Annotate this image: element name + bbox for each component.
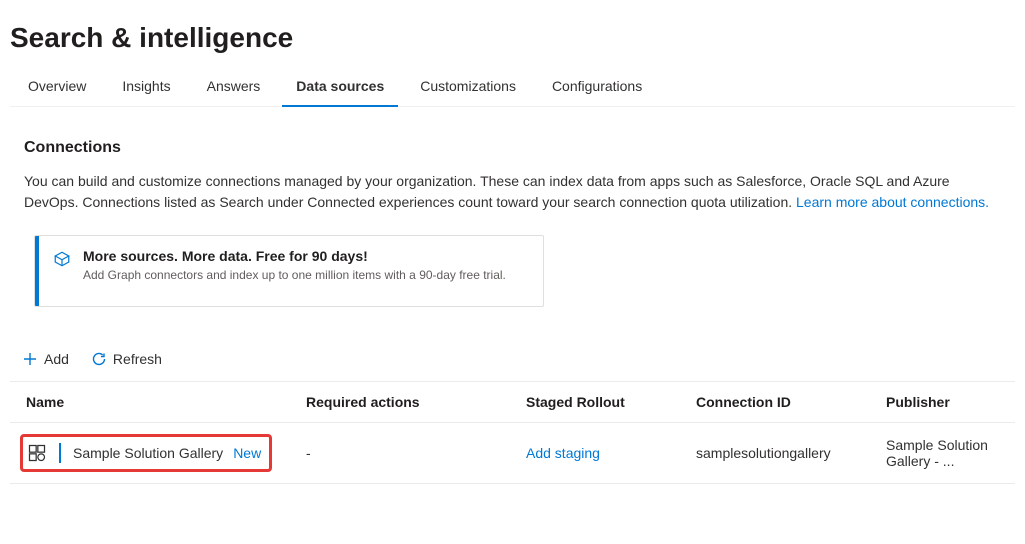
- refresh-icon: [91, 351, 107, 367]
- add-label: Add: [44, 351, 69, 367]
- add-staging-link[interactable]: Add staging: [526, 445, 696, 461]
- tab-bar: Overview Insights Answers Data sources C…: [10, 70, 1015, 107]
- col-publisher: Publisher: [886, 394, 1015, 410]
- tab-overview[interactable]: Overview: [10, 70, 104, 106]
- vertical-separator: [59, 443, 61, 463]
- info-card-title: More sources. More data. Free for 90 day…: [83, 248, 506, 264]
- learn-more-link[interactable]: Learn more about connections.: [796, 194, 989, 210]
- info-card-subtitle: Add Graph connectors and index up to one…: [83, 268, 506, 282]
- plus-icon: [22, 351, 38, 367]
- box-icon: [35, 236, 83, 306]
- cell-publisher: Sample Solution Gallery - ...: [886, 437, 1015, 469]
- row-name: Sample Solution Gallery: [73, 445, 223, 461]
- tab-insights[interactable]: Insights: [104, 70, 188, 106]
- col-connid: Connection ID: [696, 394, 886, 410]
- connections-table: Name Required actions Staged Rollout Con…: [10, 381, 1015, 484]
- col-staged: Staged Rollout: [526, 394, 696, 410]
- section-title: Connections: [24, 139, 1015, 157]
- connector-icon: [27, 443, 47, 463]
- page-title: Search & intelligence: [10, 0, 1015, 70]
- tab-answers[interactable]: Answers: [189, 70, 279, 106]
- highlight-box: Sample Solution Gallery New: [20, 434, 272, 472]
- table-header: Name Required actions Staged Rollout Con…: [10, 381, 1015, 422]
- col-name: Name: [26, 394, 306, 410]
- tab-configurations[interactable]: Configurations: [534, 70, 660, 106]
- refresh-button[interactable]: Refresh: [91, 351, 162, 367]
- tab-data-sources[interactable]: Data sources: [278, 70, 402, 106]
- toolbar: Add Refresh: [22, 351, 1015, 367]
- add-button[interactable]: Add: [22, 351, 69, 367]
- refresh-label: Refresh: [113, 351, 162, 367]
- info-card: More sources. More data. Free for 90 day…: [34, 235, 544, 307]
- cell-connid: samplesolutiongallery: [696, 445, 886, 461]
- cell-required: -: [306, 445, 526, 461]
- table-row[interactable]: Sample Solution Gallery New - Add stagin…: [10, 422, 1015, 484]
- section-description: You can build and customize connections …: [24, 171, 1001, 213]
- col-required: Required actions: [306, 394, 526, 410]
- tab-customizations[interactable]: Customizations: [402, 70, 534, 106]
- cell-name: Sample Solution Gallery New: [26, 444, 306, 462]
- new-badge: New: [233, 445, 261, 461]
